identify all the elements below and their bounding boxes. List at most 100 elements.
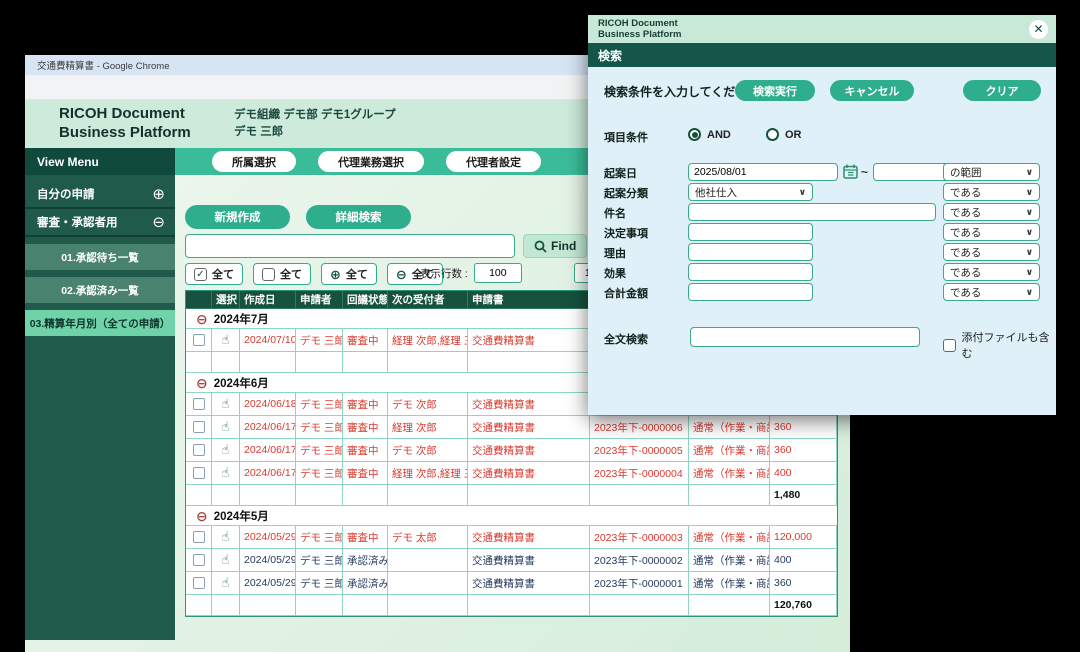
row-open-cell: ☝ [212,416,240,439]
rows-per-page-input[interactable] [474,263,522,283]
field-op-select-3[interactable]: である∨ [943,223,1040,241]
collapse-minus-icon[interactable]: ⊖ [196,312,208,326]
date-op-select[interactable]: の範囲∨ [943,163,1040,181]
clear-button[interactable]: クリア [963,80,1041,101]
field-input-2[interactable] [688,203,936,221]
field-select-1[interactable]: 他社仕入∨ [688,183,813,201]
sidebar-item-2[interactable]: 01.承認待ち一覧 [25,244,175,270]
column-header-4: 回議状態 [343,291,388,309]
filter-all-button-1[interactable]: 全て [253,263,311,285]
hand-pointer-icon[interactable]: ☝ [222,529,230,545]
row-category: 通常（作業・商談・会議等） [689,526,770,549]
subtotal-empty-cell [186,352,212,373]
subtotal-empty-cell [343,485,388,506]
row-checkbox[interactable] [193,444,205,456]
sidebar-item-4[interactable]: 03.精算年月別（全ての申請） [25,310,175,336]
hand-pointer-icon[interactable]: ☝ [222,575,230,591]
filter-all-button-0[interactable]: ✓全て [185,263,243,285]
row-category: 通常（作業・商談・会議等） [689,439,770,462]
row-checkbox[interactable] [193,467,205,479]
subtotal-empty-cell [212,485,240,506]
sidebar-item-0[interactable]: 自分の申請⊕ [25,181,175,209]
row-form-name[interactable]: 交通費精算書 [468,439,590,462]
nav-button-2[interactable]: 代理者設定 [446,151,541,172]
subtotal-amount: 120,760 [770,595,837,616]
collapse-minus-icon[interactable]: ⊖ [152,213,165,231]
or-radio[interactable] [766,128,779,141]
field-op-select-5[interactable]: である∨ [943,263,1040,281]
field-input-4[interactable] [688,243,813,261]
execute-search-button[interactable]: 検索実行 [735,80,815,101]
row-form-name[interactable]: 交通費精算書 [468,572,590,595]
search-input[interactable] [185,234,515,258]
and-radio[interactable] [688,128,701,141]
field-op-select-1[interactable]: である∨ [943,183,1040,201]
expand-plus-icon[interactable]: ⊕ [152,185,165,203]
row-checkbox[interactable] [193,577,205,589]
row-form-name[interactable]: 交通費精算書 [468,393,590,416]
hand-pointer-icon[interactable]: ☝ [222,552,230,568]
row-form-name[interactable]: 交通費精算書 [468,549,590,572]
hand-pointer-icon[interactable]: ☝ [222,442,230,458]
row-next-receiver [388,572,468,595]
row-checkbox[interactable] [193,398,205,410]
row-applicant: デモ 三郎 [296,526,343,549]
field-input-3[interactable] [688,223,813,241]
sidebar-item-1[interactable]: 審査・承認者用⊖ [25,209,175,237]
row-select-cell [186,572,212,595]
row-next-receiver: 経理 次郎 [388,416,468,439]
row-date: 2024/06/17 [240,416,296,439]
column-header-1: 選択 [212,291,240,309]
calendar-icon[interactable] [843,164,858,179]
nav-button-1[interactable]: 代理業務選択 [318,151,424,172]
row-form-name[interactable]: 交通費精算書 [468,416,590,439]
row-form-name[interactable]: 交通費精算書 [468,462,590,485]
close-icon[interactable]: ✕ [1029,20,1048,39]
row-checkbox[interactable] [193,531,205,543]
row-next-receiver: 経理 次郎,経理 三郎 [388,329,468,352]
row-doc-number: 2023年下-0000003 [590,526,689,549]
field-input-6[interactable] [688,283,813,301]
group-row[interactable]: ⊖ 2024年5月 [186,506,837,526]
org-line: デモ組織 デモ部 デモ1グループ [234,107,396,124]
subtotal-empty-cell [468,352,590,373]
dialog-logo: RICOH Document Business Platform [598,18,1056,41]
row-form-name[interactable]: 交通費精算書 [468,526,590,549]
detail-search-button[interactable]: 詳細検索 [306,205,411,229]
fulltext-input[interactable] [690,327,920,347]
nav-button-0[interactable]: 所属選択 [212,151,296,172]
row-checkbox[interactable] [193,334,205,346]
filter-all-button-2[interactable]: ⊕ 全て [321,263,377,285]
subtotal-empty-cell [468,595,590,616]
row-select-cell [186,393,212,416]
column-header-0 [186,291,212,309]
dialog-attach-checkbox[interactable] [943,339,956,352]
new-create-button[interactable]: 新規作成 [185,205,290,229]
sidebar-item-3[interactable]: 02.承認済み一覧 [25,277,175,303]
hand-pointer-icon[interactable]: ☝ [222,396,230,412]
or-radio-group: OR [766,128,802,141]
row-checkbox[interactable] [193,554,205,566]
group-label: 2024年5月 [214,508,269,524]
field-input-5[interactable] [688,263,813,281]
hand-pointer-icon[interactable]: ☝ [222,465,230,481]
collapse-minus-icon[interactable]: ⊖ [196,509,208,523]
row-checkbox[interactable] [193,421,205,433]
row-date: 2024/07/10 [240,329,296,352]
row-form-name[interactable]: 交通費精算書 [468,329,590,352]
date-from-input[interactable] [688,163,838,181]
row-applicant: デモ 三郎 [296,393,343,416]
hand-pointer-icon[interactable]: ☝ [222,332,230,348]
collapse-minus-icon[interactable]: ⊖ [196,376,208,390]
find-button[interactable]: Find [523,234,587,258]
field-op-select-2[interactable]: である∨ [943,203,1040,221]
row-applicant: デモ 三郎 [296,572,343,595]
table-row: ☝2024/06/17デモ 三郎審査中経理 次郎交通費精算書2023年下-000… [186,416,837,439]
field-op-select-4[interactable]: である∨ [943,243,1040,261]
field-op-select-6[interactable]: である∨ [943,283,1040,301]
filter-label: 全て [346,266,368,282]
plus-icon: ⊕ [330,268,341,281]
cancel-button[interactable]: キャンセル [830,80,914,101]
hand-pointer-icon[interactable]: ☝ [222,419,230,435]
row-status: 審査中 [343,439,388,462]
